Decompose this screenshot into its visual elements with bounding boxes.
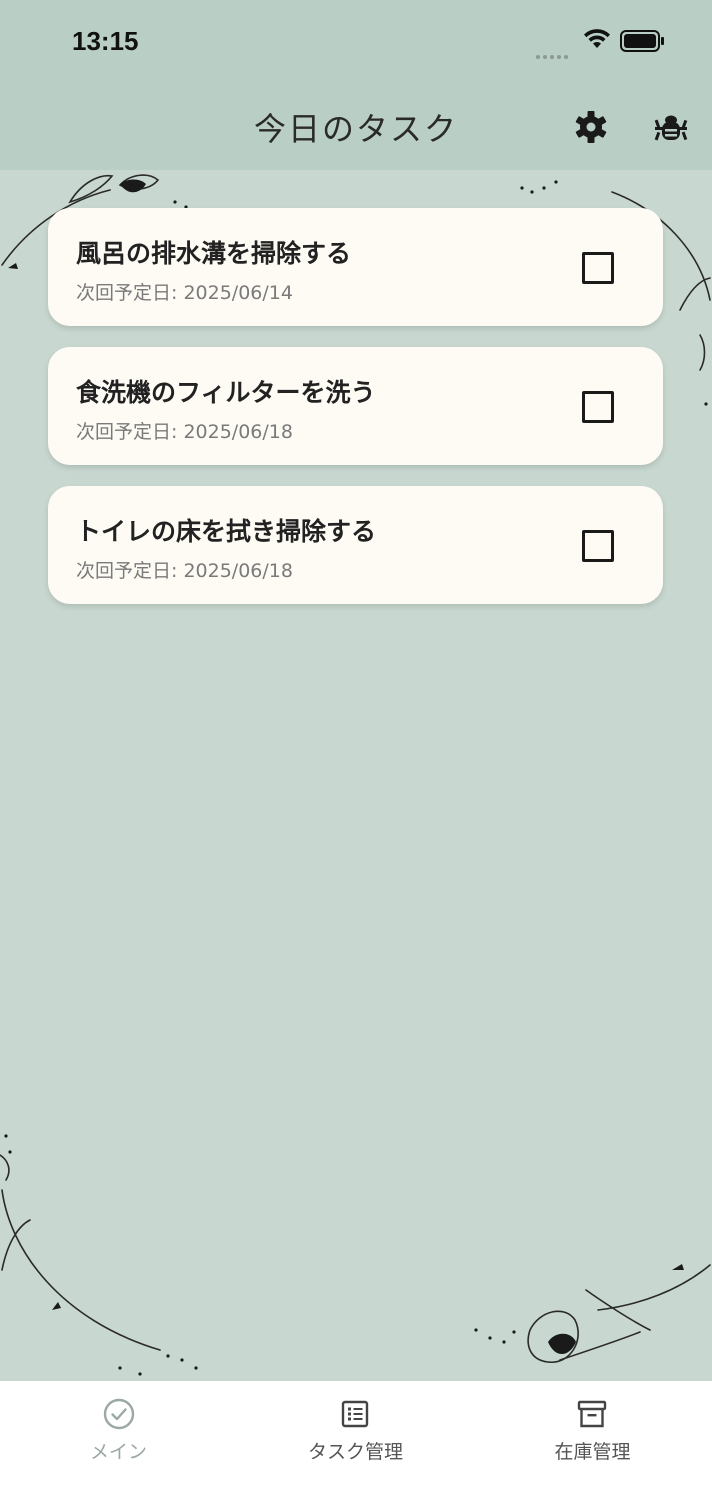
- task-checkbox[interactable]: [582, 530, 614, 562]
- status-time: 13:15: [72, 26, 139, 56]
- task-checkbox[interactable]: [582, 252, 614, 284]
- task-title: トイレの床を拭き掃除する: [76, 517, 377, 546]
- status-bar: 13:15: [0, 0, 712, 86]
- tab-main[interactable]: メイン: [0, 1381, 237, 1498]
- task-card[interactable]: 風呂の排水溝を掃除する 次回予定日: 2025/06/14: [48, 208, 663, 326]
- archive-box-icon: [577, 1400, 607, 1428]
- bottom-tab-bar: メイン タスク管理 在庫管理: [0, 1381, 712, 1498]
- task-card[interactable]: 食洗機のフィルターを洗う 次回予定日: 2025/06/18: [48, 347, 663, 465]
- cellular-signal-icon: [536, 44, 571, 63]
- tab-inventory-management-label: 在庫管理: [554, 1441, 631, 1463]
- wifi-icon: [584, 29, 610, 48]
- battery-icon: [620, 30, 664, 52]
- tab-task-management[interactable]: タスク管理: [237, 1381, 474, 1498]
- task-next-date: 次回予定日: 2025/06/14: [76, 282, 293, 304]
- task-title: 風呂の排水溝を掃除する: [76, 239, 352, 268]
- list-icon: [341, 1400, 369, 1428]
- tab-task-management-label: タスク管理: [307, 1441, 403, 1463]
- check-circle-icon: [103, 1398, 135, 1430]
- app-bar: 今日のタスク: [0, 86, 712, 170]
- task-card[interactable]: トイレの床を拭き掃除する 次回予定日: 2025/06/18: [48, 486, 663, 604]
- gear-icon[interactable]: [572, 108, 610, 146]
- task-next-date: 次回予定日: 2025/06/18: [76, 421, 293, 443]
- bug-icon[interactable]: [652, 108, 690, 146]
- task-checkbox[interactable]: [582, 391, 614, 423]
- tab-inventory-management[interactable]: 在庫管理: [474, 1381, 711, 1498]
- tab-main-label: メイン: [89, 1441, 147, 1463]
- task-next-date: 次回予定日: 2025/06/18: [76, 560, 293, 582]
- task-title: 食洗機のフィルターを洗う: [76, 378, 376, 407]
